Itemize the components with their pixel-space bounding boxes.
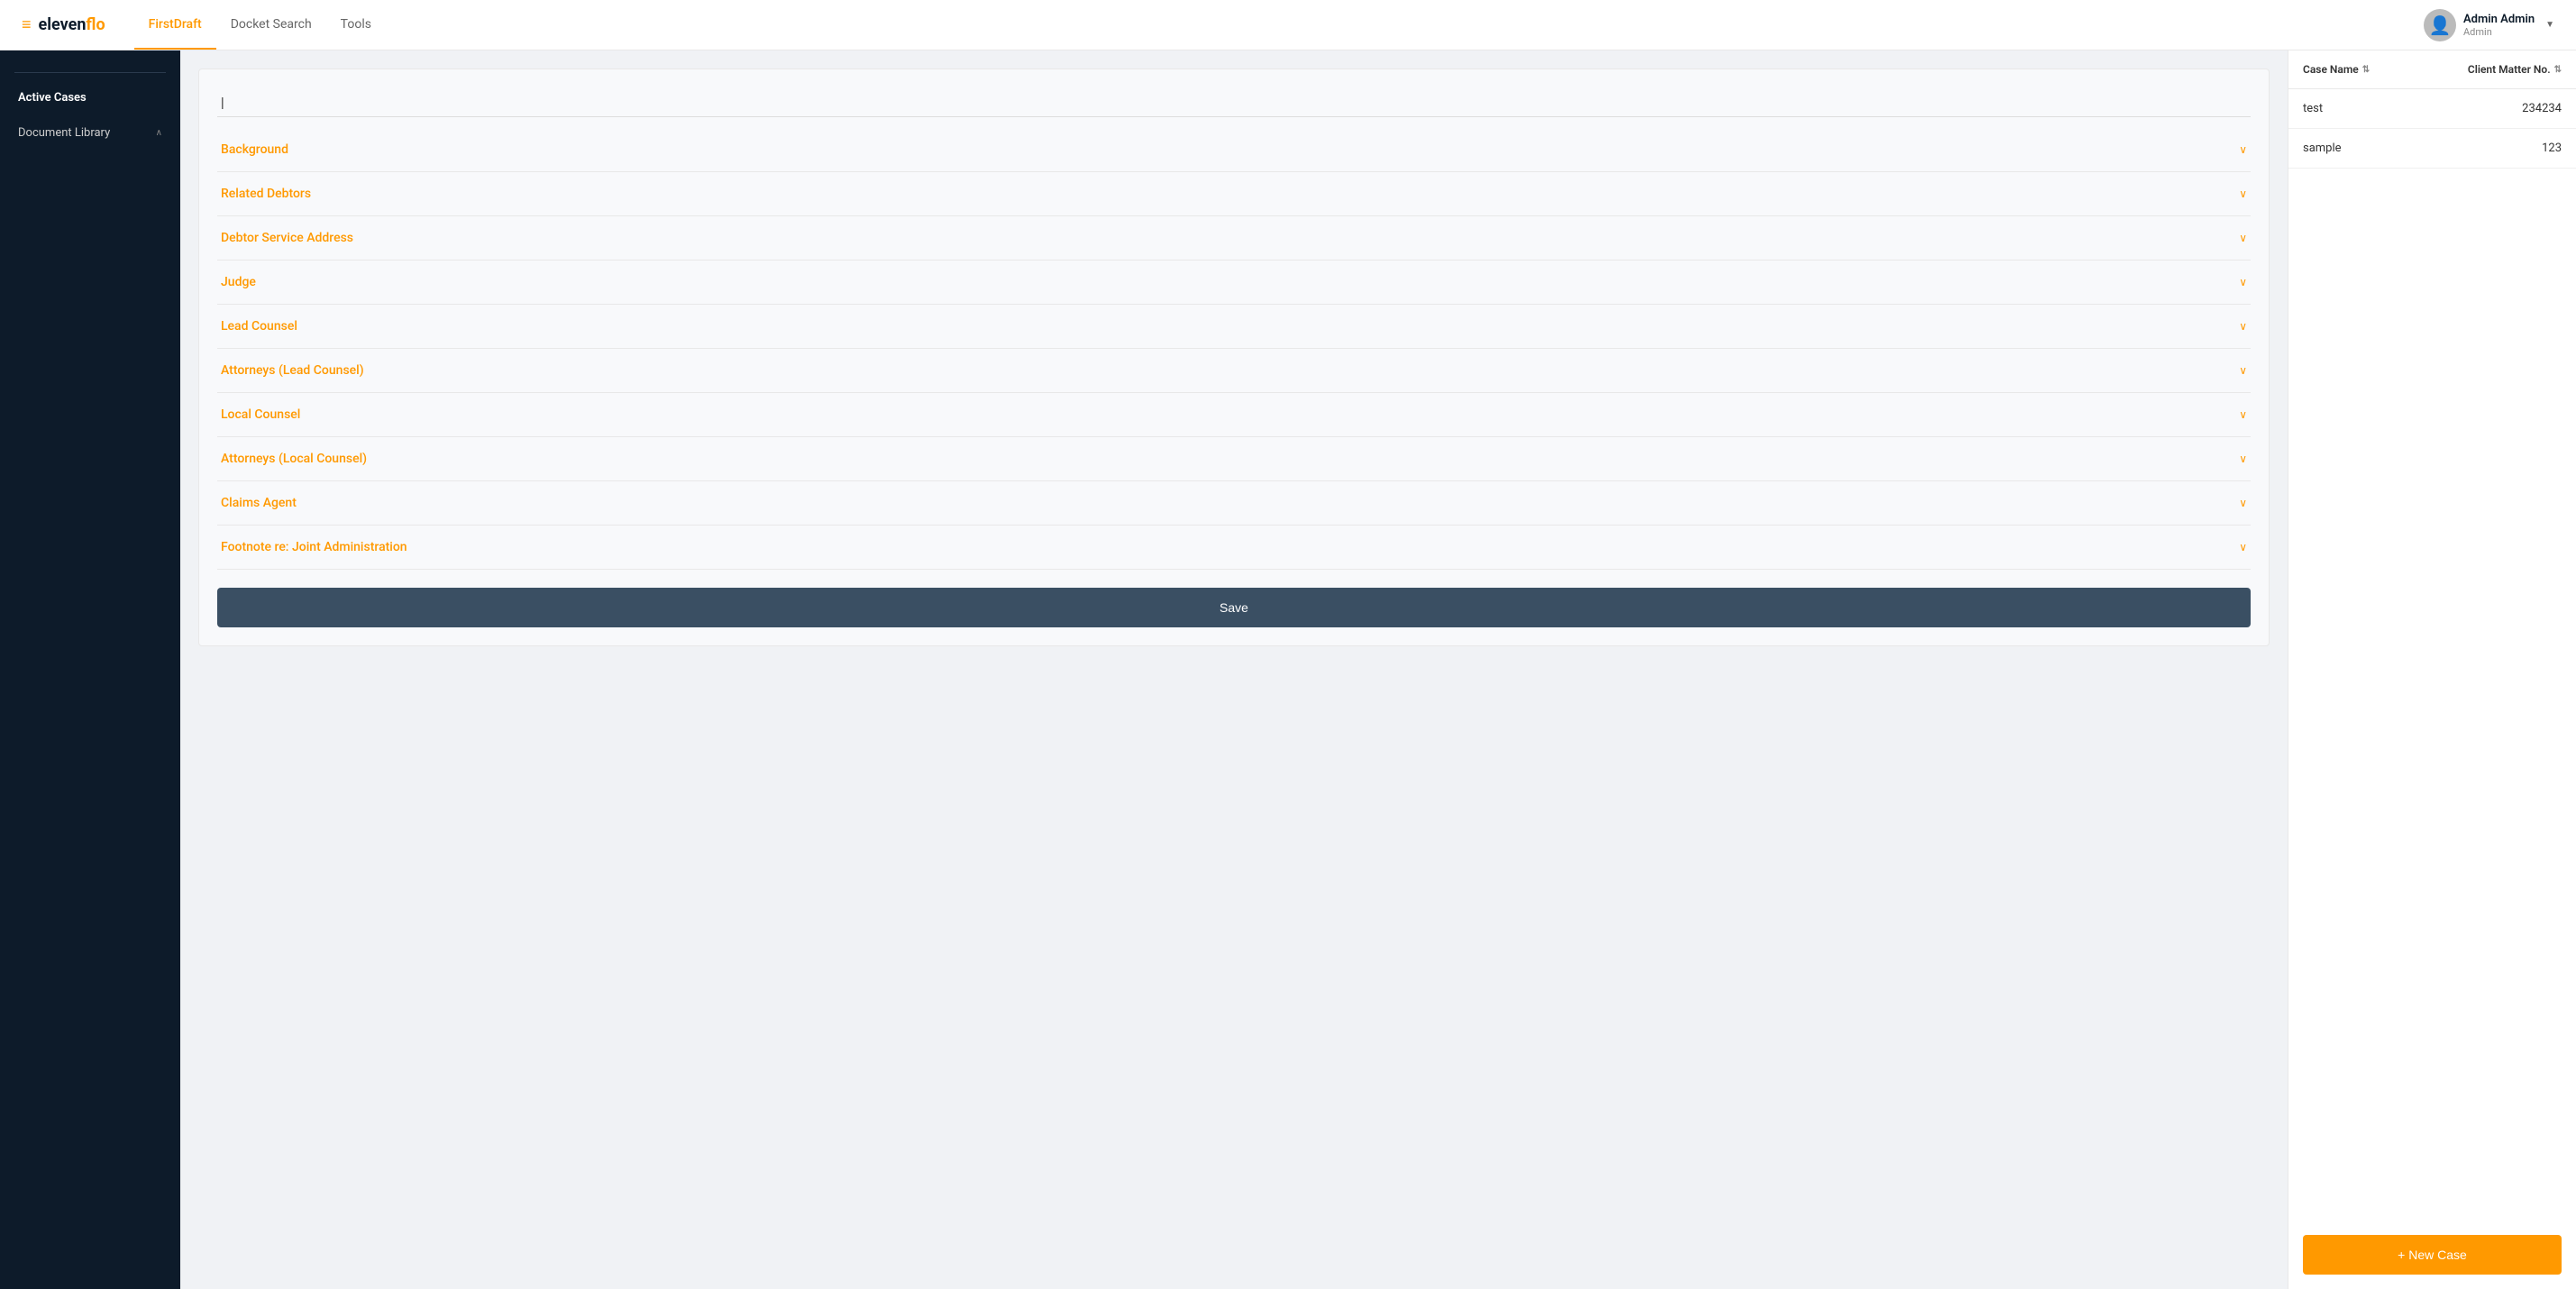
accordion-chevron-footnote-joint-admin: ∨ <box>2239 541 2247 553</box>
logo-text: elevenflo <box>39 15 105 34</box>
accordion-chevron-lead-counsel: ∨ <box>2239 320 2247 333</box>
case-matter-cell: 234234 <box>2522 102 2562 115</box>
accordion-chevron-claims-agent: ∨ <box>2239 497 2247 509</box>
accordion-header-attorneys-local-counsel[interactable]: Attorneys (Local Counsel) ∨ <box>217 437 2251 480</box>
accordion-label-local-counsel: Local Counsel <box>221 407 300 422</box>
user-info: Admin Admin Admin <box>2463 13 2535 38</box>
accordion-label-background: Background <box>221 142 288 157</box>
matter-no-sort-icon: ⇅ <box>2554 65 2562 75</box>
accordion-item-attorneys-lead-counsel: Attorneys (Lead Counsel) ∨ <box>217 349 2251 393</box>
logo-accent: flo <box>86 15 105 34</box>
accordion-item-claims-agent: Claims Agent ∨ <box>217 481 2251 526</box>
accordion-header-judge[interactable]: Judge ∨ <box>217 261 2251 304</box>
case-name-sort-icon: ⇅ <box>2362 65 2370 75</box>
accordion-item-debtor-service-address: Debtor Service Address ∨ <box>217 216 2251 261</box>
logo-icon: ≡ <box>22 15 32 34</box>
cases-table: Case Name ⇅ Client Matter No. ⇅ test 234… <box>2288 50 2576 1220</box>
accordion-chevron-background: ∨ <box>2239 143 2247 156</box>
accordion-header-lead-counsel[interactable]: Lead Counsel ∨ <box>217 305 2251 348</box>
sidebar-divider <box>14 72 166 73</box>
nav-right: 👤 Admin Admin Admin ▼ <box>2424 9 2554 41</box>
sidebar-document-library-chevron: ∧ <box>156 128 162 138</box>
sidebar-item-active-cases[interactable]: Active Cases <box>0 80 180 115</box>
accordion-label-related-debtors: Related Debtors <box>221 187 311 201</box>
top-nav: ≡ elevenflo FirstDraft Docket Search Too… <box>0 0 2576 50</box>
user-avatar-icon: 👤 <box>2429 14 2452 36</box>
tab-firstdraft[interactable]: FirstDraft <box>134 1 216 50</box>
accordion-label-lead-counsel: Lead Counsel <box>221 319 297 334</box>
sidebar-active-cases-label: Active Cases <box>18 91 87 105</box>
sidebar-item-document-library[interactable]: Document Library ∧ <box>0 115 180 151</box>
logo: ≡ elevenflo <box>22 15 105 34</box>
cases-rows: test 234234 sample 123 <box>2288 89 2576 169</box>
accordion-item-lead-counsel: Lead Counsel ∨ <box>217 305 2251 349</box>
col-header-case-name[interactable]: Case Name ⇅ <box>2303 63 2370 76</box>
avatar: 👤 <box>2424 9 2456 41</box>
accordion-label-claims-agent: Claims Agent <box>221 496 297 510</box>
sidebar-document-library-label: Document Library <box>18 126 110 140</box>
accordion-label-attorneys-lead-counsel: Attorneys (Lead Counsel) <box>221 363 364 378</box>
nav-tabs: FirstDraft Docket Search Tools <box>134 1 386 50</box>
tab-tools[interactable]: Tools <box>326 1 386 50</box>
main-layout: Active Cases Document Library ∧ Backgrou… <box>0 50 2576 1289</box>
table-row[interactable]: sample 123 <box>2288 129 2576 169</box>
case-name-cell: test <box>2303 102 2323 115</box>
col-case-name-label: Case Name <box>2303 63 2359 76</box>
col-header-matter-no[interactable]: Client Matter No. ⇅ <box>2468 63 2562 76</box>
accordion-header-attorneys-lead-counsel[interactable]: Attorneys (Lead Counsel) ∨ <box>217 349 2251 392</box>
nav-left: ≡ elevenflo FirstDraft Docket Search Too… <box>22 1 386 50</box>
accordion-label-footnote-joint-admin: Footnote re: Joint Administration <box>221 540 407 554</box>
form-container: Background ∨ Related Debtors ∨ Debtor Se… <box>198 69 2270 646</box>
accordion-label-judge: Judge <box>221 275 256 289</box>
accordion-item-judge: Judge ∨ <box>217 261 2251 305</box>
user-role: Admin <box>2463 26 2535 38</box>
case-matter-cell: 123 <box>2542 142 2562 155</box>
accordion-item-attorneys-local-counsel: Attorneys (Local Counsel) ∨ <box>217 437 2251 481</box>
accordion-header-local-counsel[interactable]: Local Counsel ∨ <box>217 393 2251 436</box>
content-area: Background ∨ Related Debtors ∨ Debtor Se… <box>180 50 2576 1289</box>
right-panel: Case Name ⇅ Client Matter No. ⇅ test 234… <box>2288 50 2576 1289</box>
accordion-chevron-local-counsel: ∨ <box>2239 408 2247 421</box>
accordion-item-footnote-joint-admin: Footnote re: Joint Administration ∨ <box>217 526 2251 570</box>
accordion-header-background[interactable]: Background ∨ <box>217 128 2251 171</box>
accordion-chevron-attorneys-lead-counsel: ∨ <box>2239 364 2247 377</box>
col-matter-no-label: Client Matter No. <box>2468 63 2551 76</box>
accordion-label-debtor-service-address: Debtor Service Address <box>221 231 353 245</box>
accordion-chevron-attorneys-local-counsel: ∨ <box>2239 453 2247 465</box>
table-row[interactable]: test 234234 <box>2288 89 2576 129</box>
accordion-list: Background ∨ Related Debtors ∨ Debtor Se… <box>217 128 2251 570</box>
new-case-button[interactable]: + New Case <box>2303 1235 2562 1275</box>
sidebar: Active Cases Document Library ∧ <box>0 50 180 1289</box>
save-button[interactable]: Save <box>217 588 2251 627</box>
user-name: Admin Admin <box>2463 13 2535 26</box>
accordion-item-local-counsel: Local Counsel ∨ <box>217 393 2251 437</box>
user-dropdown-arrow[interactable]: ▼ <box>2545 20 2554 30</box>
case-name-input[interactable] <box>217 87 2251 117</box>
accordion-header-debtor-service-address[interactable]: Debtor Service Address ∨ <box>217 216 2251 260</box>
tab-docket-search[interactable]: Docket Search <box>216 1 326 50</box>
accordion-header-related-debtors[interactable]: Related Debtors ∨ <box>217 172 2251 215</box>
form-panel: Background ∨ Related Debtors ∨ Debtor Se… <box>180 50 2288 1289</box>
accordion-item-background: Background ∨ <box>217 128 2251 172</box>
case-name-cell: sample <box>2303 142 2342 155</box>
accordion-item-related-debtors: Related Debtors ∨ <box>217 172 2251 216</box>
accordion-chevron-judge: ∨ <box>2239 276 2247 288</box>
accordion-header-claims-agent[interactable]: Claims Agent ∨ <box>217 481 2251 525</box>
accordion-label-attorneys-local-counsel: Attorneys (Local Counsel) <box>221 452 367 466</box>
accordion-chevron-related-debtors: ∨ <box>2239 187 2247 200</box>
accordion-chevron-debtor-service-address: ∨ <box>2239 232 2247 244</box>
accordion-header-footnote-joint-admin[interactable]: Footnote re: Joint Administration ∨ <box>217 526 2251 569</box>
table-header: Case Name ⇅ Client Matter No. ⇅ <box>2288 50 2576 89</box>
